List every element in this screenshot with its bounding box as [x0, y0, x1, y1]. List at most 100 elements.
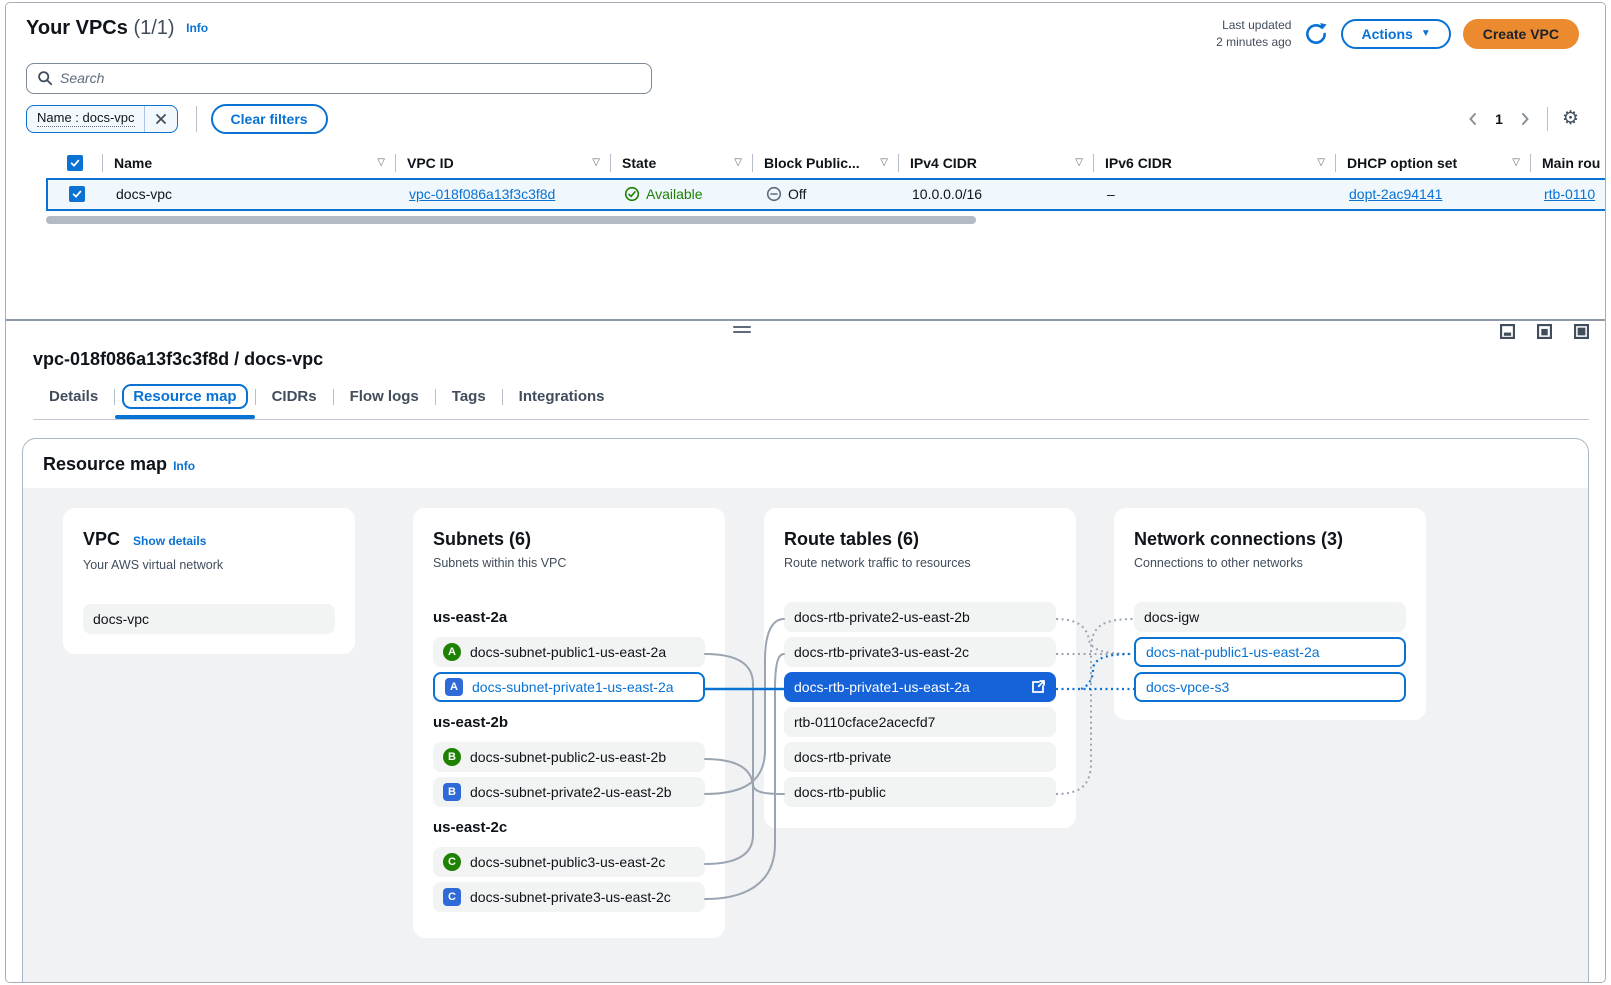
row-select-cell: [48, 180, 104, 209]
last-updated: Last updated 2 minutes ago: [1216, 17, 1291, 51]
connection-item-nat-highlighted[interactable]: docs-nat-public1-us-east-2a: [1134, 637, 1406, 667]
cell-state: Available: [612, 180, 754, 209]
filter-token[interactable]: Name : docs-vpc: [26, 105, 178, 133]
column-caret-icon[interactable]: ▽: [1504, 157, 1520, 168]
column-caret-icon[interactable]: ▽: [1067, 157, 1083, 168]
last-updated-label: Last updated: [1216, 17, 1291, 34]
route-table-item-rtb-0110[interactable]: rtb-0110cface2acecfd7: [784, 707, 1056, 737]
status-off-icon: [766, 186, 782, 202]
tab-tags[interactable]: Tags: [436, 388, 502, 417]
table-preferences-button[interactable]: ⚙: [1562, 109, 1579, 128]
route-table-item-private2[interactable]: docs-rtb-private2-us-east-2b: [784, 602, 1056, 632]
actions-button-label: Actions: [1361, 26, 1412, 42]
show-details-link[interactable]: Show details: [133, 534, 206, 548]
column-header-state[interactable]: State ▽: [610, 148, 752, 178]
vpc-id-link[interactable]: vpc-018f086a13f3c3f8d: [409, 186, 555, 202]
caret-down-icon: ▼: [1421, 28, 1431, 39]
table-row-docs-vpc[interactable]: docs-vpc vpc-018f086a13f3c3f8d Available: [46, 178, 1605, 211]
search-input[interactable]: [60, 70, 641, 86]
filter-token-label: Name : docs-vpc: [37, 110, 135, 127]
current-page[interactable]: 1: [1487, 111, 1511, 127]
vpc-column-card: VPC Show details Your AWS virtual networ…: [63, 508, 355, 654]
tab-resource-map[interactable]: Resource map: [115, 388, 254, 417]
divider: [1547, 107, 1548, 131]
column-header-main-route[interactable]: Main rou: [1530, 148, 1605, 178]
next-page-button[interactable]: [1517, 111, 1533, 127]
subnet-item-public2[interactable]: B docs-subnet-public2-us-east-2b: [433, 742, 705, 772]
public-subnet-badge: B: [443, 748, 461, 766]
prev-page-button[interactable]: [1465, 111, 1481, 127]
resource-map-canvas: VPC Show details Your AWS virtual networ…: [23, 488, 1588, 983]
panel-bottom-icon: [1500, 324, 1515, 339]
actions-button[interactable]: Actions ▼: [1341, 19, 1450, 49]
detail-title: vpc-018f086a13f3c3f8d / docs-vpc: [33, 349, 1605, 370]
remove-filter-button[interactable]: [144, 106, 177, 132]
row-checkbox[interactable]: [69, 186, 85, 202]
cell-vpc-id: vpc-018f086a13f3c3f8d: [397, 180, 612, 209]
subnet-item-private2[interactable]: B docs-subnet-private2-us-east-2b: [433, 777, 705, 807]
az-label-us-east-2c: us-east-2c: [433, 812, 705, 842]
subnet-item-private1-selected[interactable]: A docs-subnet-private1-us-east-2a: [433, 672, 705, 702]
az-label-us-east-2b: us-east-2b: [433, 707, 705, 737]
subnet-item-public3[interactable]: C docs-subnet-public3-us-east-2c: [433, 847, 705, 877]
panel-maximize-button[interactable]: [1574, 324, 1589, 342]
public-subnet-badge: A: [443, 643, 461, 661]
divider: [196, 106, 197, 132]
last-updated-value: 2 minutes ago: [1216, 34, 1291, 51]
column-header-dhcp-option-set[interactable]: DHCP option set ▽: [1335, 148, 1530, 178]
vpc-console-page: Your VPCs (1/1) Info Last updated 2 minu…: [5, 2, 1606, 983]
select-all-checkbox[interactable]: [67, 155, 83, 171]
route-table-item-public[interactable]: docs-rtb-public: [784, 777, 1056, 807]
split-panel-divider: [6, 319, 1605, 343]
column-header-ipv6-cidr[interactable]: IPv6 CIDR ▽: [1093, 148, 1335, 178]
horizontal-scrollbar[interactable]: [46, 216, 976, 224]
header-actions: Last updated 2 minutes ago Actions ▼ Cre…: [1216, 17, 1605, 51]
clear-filters-button[interactable]: Clear filters: [211, 104, 328, 134]
panel-position-bottom-button[interactable]: [1500, 324, 1515, 342]
column-caret-icon[interactable]: ▽: [584, 157, 600, 168]
route-table-item-private[interactable]: docs-rtb-private: [784, 742, 1056, 772]
detail-tabs: Details Resource map CIDRs Flow logs Tag…: [33, 386, 1589, 420]
main-route-table-link[interactable]: rtb-0110: [1544, 186, 1595, 202]
connection-item-vpce-s3-highlighted[interactable]: docs-vpce-s3: [1134, 672, 1406, 702]
external-link-icon[interactable]: [1030, 679, 1046, 695]
column-caret-icon[interactable]: ▽: [369, 157, 385, 168]
panel-side-icon: [1537, 324, 1552, 339]
list-header: Your VPCs (1/1) Info Last updated 2 minu…: [26, 17, 1605, 51]
route-table-item-private3[interactable]: docs-rtb-private3-us-east-2c: [784, 637, 1056, 667]
tab-integrations[interactable]: Integrations: [503, 388, 621, 417]
search-bar[interactable]: [26, 63, 652, 94]
route-tables-column-card: Route tables (6) Route network traffic t…: [764, 508, 1076, 828]
pagination: 1 ⚙: [1465, 107, 1579, 131]
check-icon: [71, 188, 83, 200]
column-header-name[interactable]: Name ▽: [102, 148, 395, 178]
dhcp-option-set-link[interactable]: dopt-2ac94141: [1349, 186, 1442, 202]
column-caret-icon[interactable]: ▽: [726, 157, 742, 168]
resource-map-title: Resource map: [43, 454, 167, 475]
column-caret-icon[interactable]: ▽: [1309, 157, 1325, 168]
vpc-item-docs-vpc[interactable]: docs-vpc: [83, 604, 335, 634]
tab-flow-logs[interactable]: Flow logs: [334, 388, 435, 417]
tab-details[interactable]: Details: [33, 388, 114, 417]
tab-cidrs[interactable]: CIDRs: [256, 388, 333, 417]
column-header-vpc-id[interactable]: VPC ID ▽: [395, 148, 610, 178]
route-table-item-private1-selected[interactable]: docs-rtb-private1-us-east-2a: [784, 672, 1056, 702]
refresh-button[interactable]: [1303, 21, 1329, 47]
split-panel-drag-handle[interactable]: [733, 326, 751, 336]
cell-main-route: rtb-0110: [1532, 180, 1605, 209]
chevron-left-icon: [1465, 111, 1481, 127]
page-title-text: Your VPCs: [26, 17, 128, 39]
resource-map-info-link[interactable]: Info: [173, 459, 195, 473]
create-vpc-button[interactable]: Create VPC: [1463, 19, 1579, 49]
info-link[interactable]: Info: [186, 21, 208, 35]
connection-item-igw[interactable]: docs-igw: [1134, 602, 1406, 632]
subnet-item-private3[interactable]: C docs-subnet-private3-us-east-2c: [433, 882, 705, 912]
column-header-block-public[interactable]: Block Public... ▽: [752, 148, 898, 178]
panel-position-side-button[interactable]: [1537, 324, 1552, 342]
column-caret-icon[interactable]: ▽: [872, 157, 888, 168]
gear-icon: ⚙: [1562, 109, 1579, 128]
subnet-item-public1[interactable]: A docs-subnet-public1-us-east-2a: [433, 637, 705, 667]
network-connections-card-title: Network connections (3): [1134, 528, 1406, 550]
column-header-ipv4-cidr[interactable]: IPv4 CIDR ▽: [898, 148, 1093, 178]
search-icon: [37, 70, 53, 86]
